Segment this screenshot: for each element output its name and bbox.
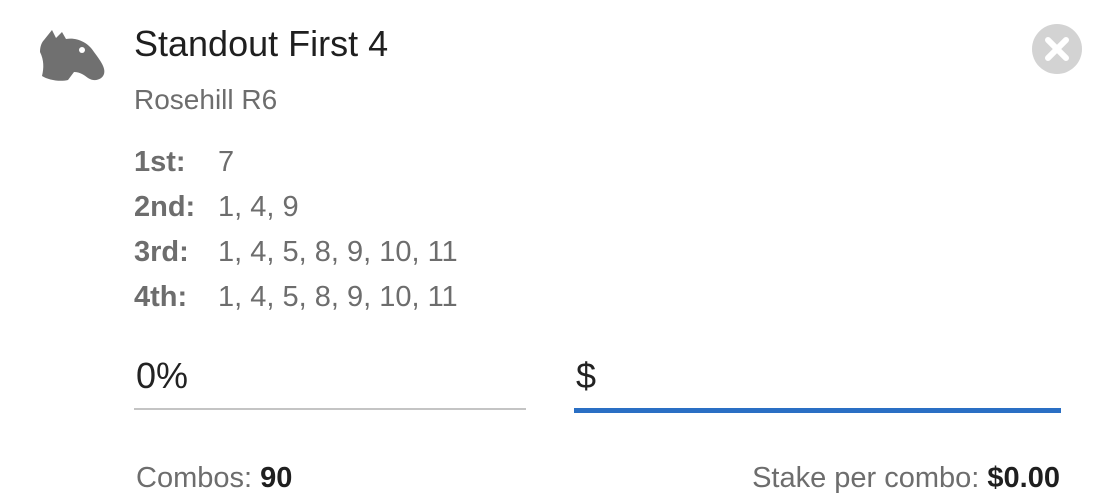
stake-field[interactable]: $ [574,350,1061,413]
stake-per-combo-value: $0.00 [987,462,1060,494]
bet-title: Standout First 4 [134,23,389,64]
leg-runners: 1, 4, 9 [218,191,299,223]
currency-prefix: $ [576,355,597,396]
leg-label: 3rd: [134,236,189,268]
combos-summary: Combos: 90 [136,458,292,498]
leg-runners: 1, 4, 5, 8, 9, 10, 11 [218,281,458,313]
bet-card: Standout First 4 Rosehill R6 1st: 7 2nd: 1… [0,0,1109,496]
flexi-percent-field[interactable]: 0% [134,350,526,410]
close-icon [1045,37,1069,61]
leg-row-1st: 1st: 7 [134,140,458,185]
stake-per-combo-summary: Stake per combo: $0.00 [752,458,1060,498]
stake-input[interactable] [610,354,1050,398]
flexi-percent-value: 0% [136,355,189,396]
leg-label: 1st: [134,146,186,178]
close-button[interactable] [1032,24,1082,74]
leg-label: 2nd: [134,191,196,223]
leg-row-2nd: 2nd: 1, 4, 9 [134,185,458,230]
leg-row-3rd: 3rd: 1, 4, 5, 8, 9, 10, 11 [134,230,458,275]
horse-head-icon [38,26,108,86]
leg-runners: 1, 4, 5, 8, 9, 10, 11 [218,236,458,268]
leg-runners: 7 [218,146,235,178]
selections-list: 1st: 7 2nd: 1, 4, 9 3rd: 1, 4, 5, 8, 9, 10,… [134,140,458,320]
stake-per-combo-label: Stake per combo: [752,462,988,494]
race-name: Rosehill R6 [134,84,278,115]
combos-value: 90 [260,462,293,494]
leg-label: 4th: [134,281,188,313]
leg-row-4th: 4th: 1, 4, 5, 8, 9, 10, 11 [134,275,458,320]
combos-label: Combos: [136,462,261,494]
